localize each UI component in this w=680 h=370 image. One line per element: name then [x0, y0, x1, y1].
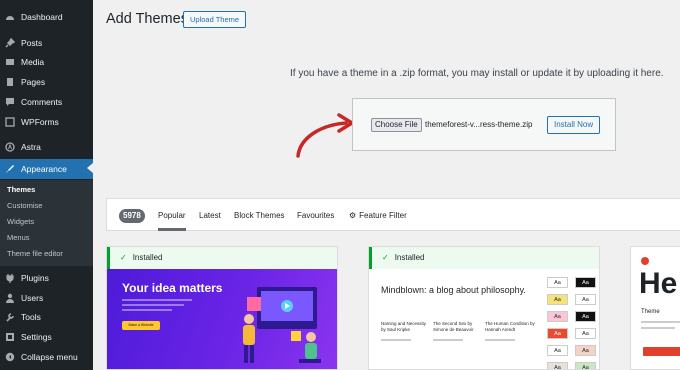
red-arrow-annotation	[296, 113, 354, 158]
installed-banner: ✓ Installed	[369, 247, 599, 269]
menu-pages[interactable]: Pages	[0, 73, 93, 91]
swatch: Aa	[547, 294, 568, 305]
dashboard-icon	[5, 12, 15, 22]
menu-plugins[interactable]: Plugins	[0, 269, 93, 287]
swatch: Aa	[575, 328, 596, 339]
theme-logo	[641, 257, 649, 265]
gear-icon: ⚙	[349, 211, 357, 220]
checkmark-icon: ✓	[120, 253, 127, 262]
menu-label: Settings	[21, 332, 52, 342]
menu-label: Appearance	[21, 164, 67, 174]
menu-collapse[interactable]: Collapse menu	[0, 348, 93, 366]
screenshot-headline: Mindblown: a blog about philosophy.	[381, 285, 526, 295]
post-title: The Second Sex by Simone de Beauvoir	[433, 321, 474, 332]
wrench-icon	[5, 312, 15, 322]
astra-icon	[5, 142, 15, 152]
menu-astra[interactable]: Astra	[0, 138, 93, 156]
menu-label: Comments	[21, 97, 63, 107]
screenshot-cta	[643, 347, 680, 356]
menu-label: Dashboard	[21, 12, 63, 22]
install-now-button[interactable]: Install Now	[547, 116, 601, 134]
installed-banner: ✓ Installed	[107, 247, 337, 269]
swatch: Aa	[575, 345, 596, 356]
submenu-customise[interactable]: Customise	[7, 199, 42, 213]
appearance-submenu: Themes Customise Widgets Menus Theme fil…	[0, 180, 93, 266]
admin-sidebar: Dashboard Posts Media Pages Comments WPF…	[0, 0, 93, 370]
swatch: Aa	[547, 345, 568, 356]
menu-label: Collapse menu	[21, 352, 78, 362]
menu-label: WPForms	[21, 117, 59, 127]
menu-label: Astra	[21, 142, 41, 152]
pin-icon	[5, 38, 15, 48]
tab-popular[interactable]: Popular	[158, 211, 186, 231]
tab-favourites[interactable]: Favourites	[297, 211, 334, 220]
menu-comments[interactable]: Comments	[0, 93, 93, 111]
menu-label: Posts	[21, 38, 43, 48]
screenshot-label: Theme	[641, 309, 660, 315]
upload-help-text: If you have a theme in a .zip format, yo…	[290, 68, 664, 79]
menu-label: Tools	[21, 312, 41, 322]
swatch: Aa	[547, 277, 568, 288]
theme-card-astra[interactable]: ✓ Installed Your idea matters Make a Webs…	[106, 246, 338, 370]
media-icon	[5, 57, 15, 67]
swatch: Aa	[575, 311, 596, 322]
submenu-menus[interactable]: Menus	[7, 231, 30, 245]
menu-tools[interactable]: Tools	[0, 308, 93, 326]
page-title: Add Themes	[106, 11, 188, 27]
tab-latest[interactable]: Latest	[199, 211, 221, 220]
theme-count-badge: 5978	[119, 209, 145, 223]
post-title: The Human Condition by Hannah Arendt	[485, 321, 535, 332]
menu-label: Plugins	[21, 273, 49, 283]
menu-dashboard[interactable]: Dashboard	[0, 8, 93, 26]
menu-settings[interactable]: Settings	[0, 328, 93, 346]
menu-label: Media	[21, 57, 45, 67]
upload-form: Choose File themeforest-v...ress-theme.z…	[352, 98, 616, 151]
submenu-widgets[interactable]: Widgets	[7, 215, 34, 229]
submenu-theme-file-editor[interactable]: Theme file editor	[7, 247, 63, 261]
form-icon	[5, 117, 15, 127]
screenshot-cta: Make a Website	[122, 321, 160, 330]
upload-theme-button[interactable]: Upload Theme	[183, 11, 247, 28]
swatch: Aa	[575, 294, 596, 305]
user-icon	[5, 293, 15, 303]
swatch: Aa	[575, 362, 596, 369]
feature-filter-label: Feature Filter	[359, 211, 407, 220]
plug-icon	[5, 273, 15, 283]
settings-icon	[5, 332, 15, 342]
menu-label: Pages	[21, 77, 46, 87]
menu-wpforms[interactable]: WPForms	[0, 113, 93, 131]
pages-icon	[5, 77, 15, 87]
brush-icon	[5, 164, 15, 174]
swatch: Aa	[547, 362, 568, 369]
collapse-icon	[5, 352, 15, 362]
installed-label: Installed	[394, 253, 425, 262]
menu-posts[interactable]: Posts	[0, 34, 93, 52]
menu-appearance[interactable]: Appearance	[0, 159, 93, 179]
feature-filter-button[interactable]: ⚙ Feature Filter	[349, 211, 407, 220]
tab-block-themes[interactable]: Block Themes	[234, 211, 285, 220]
selected-file-name: themeforest-v...ress-theme.zip	[425, 120, 533, 129]
swatch: Aa	[547, 328, 568, 339]
swatch: Aa	[575, 277, 596, 288]
theme-card-hello[interactable]: He Theme	[630, 246, 680, 370]
choose-file-button[interactable]: Choose File	[371, 118, 422, 132]
checkmark-icon: ✓	[382, 253, 389, 262]
illustration	[243, 287, 321, 363]
menu-media[interactable]: Media	[0, 53, 93, 71]
installed-label: Installed	[132, 253, 163, 262]
submenu-themes[interactable]: Themes	[7, 183, 35, 197]
post-title: Naming and Necessity by Saul Kripke	[381, 321, 427, 332]
theme-card-mindblown[interactable]: ✓ Installed Mindblown: a blog about philo…	[368, 246, 600, 370]
menu-label: Users	[21, 293, 44, 303]
theme-filter-bar: 5978 Popular Latest Block Themes Favouri…	[106, 198, 680, 231]
comment-icon	[5, 97, 15, 107]
theme-screenshot: Your idea matters Make a Website	[107, 269, 337, 369]
swatch: Aa	[547, 311, 568, 322]
screenshot-headline: Your idea matters	[122, 281, 223, 295]
menu-users[interactable]: Users	[0, 289, 93, 307]
screenshot-headline: He	[639, 267, 678, 300]
